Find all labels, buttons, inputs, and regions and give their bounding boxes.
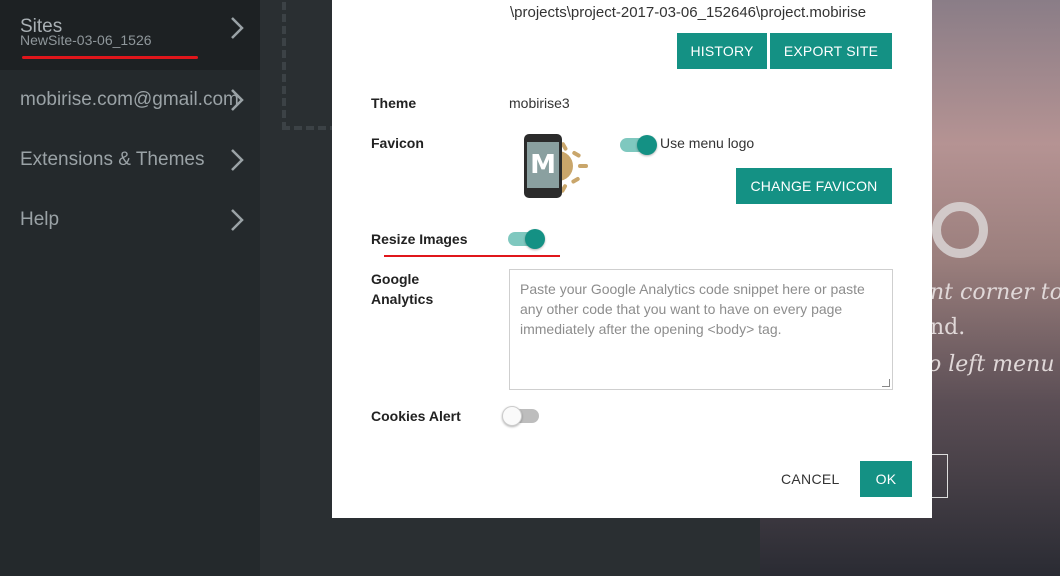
preview-button [932,454,948,498]
preview-heading-fragment [932,202,988,258]
sidebar-item-account[interactable]: mobirise.com@gmail.com [0,70,260,130]
sidebar-item-label: Extensions & Themes [20,149,205,170]
chevron-right-icon [231,149,244,171]
chevron-right-icon [231,209,244,231]
resize-images-toggle[interactable] [508,228,546,249]
favicon-label: Favicon [371,135,424,151]
google-analytics-textarea[interactable]: Paste your Google Analytics code snippet… [509,269,893,390]
chevron-right-icon [231,89,244,111]
sidebar-item-extensions[interactable]: Extensions & Themes [0,130,260,190]
sidebar-item-label: Help [20,209,60,230]
theme-label: Theme [371,95,417,111]
ok-button[interactable]: OK [860,461,912,497]
chevron-right-icon [231,17,244,39]
current-site-name: NewSite-03-06_1526 [20,32,152,48]
project-path: \projects\project-2017-03-06_152646\proj… [510,4,867,21]
theme-value: mobirise3 [509,95,570,111]
google-analytics-label-2: Analytics [371,291,434,307]
sidebar-item-help[interactable]: Help [0,190,260,250]
history-button[interactable]: HISTORY [677,33,767,69]
use-menu-logo-label: Use menu logo [660,135,755,151]
sidebar: Sites NewSite-03-06_1526 mobirise.com@gm… [0,0,260,576]
use-menu-logo-toggle[interactable] [620,134,658,155]
preview-text: o left menu t [928,352,1060,377]
favicon-preview-icon: M [524,134,588,198]
resize-grip-icon[interactable] [882,379,890,387]
preview-text: nt corner to [930,280,1060,305]
textarea-placeholder: Paste your Google Analytics code snippet… [520,281,865,337]
cookies-alert-label: Cookies Alert [371,408,461,424]
cancel-button[interactable]: CANCEL [781,471,840,487]
annotation-underline [22,56,198,59]
svg-text:M: M [530,150,556,180]
annotation-underline [384,255,560,257]
change-favicon-button[interactable]: CHANGE FAVICON [736,168,892,204]
site-settings-modal: \projects\project-2017-03-06_152646\proj… [332,0,932,518]
google-analytics-label: Google [371,271,420,287]
resize-images-label: Resize Images [371,231,468,247]
sidebar-item-sites[interactable]: Sites NewSite-03-06_1526 [0,0,260,70]
sidebar-item-label: mobirise.com@gmail.com [20,89,239,110]
preview-text: nd. [930,315,966,340]
cookies-alert-toggle[interactable] [502,405,543,426]
export-site-button[interactable]: EXPORT SITE [770,33,892,69]
